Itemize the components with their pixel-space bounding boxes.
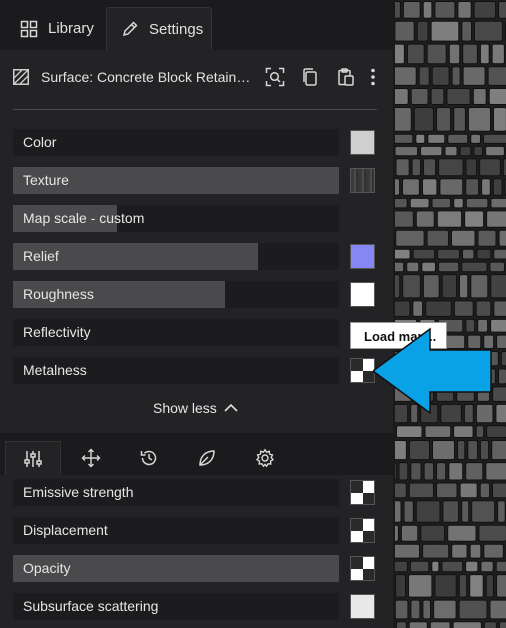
tool-environment[interactable]: [179, 441, 235, 475]
scan-search-icon: [265, 67, 285, 87]
copy-button[interactable]: [297, 64, 323, 90]
viewport-texture-preview[interactable]: [395, 0, 506, 628]
move-icon: [81, 448, 101, 468]
property-row-roughness[interactable]: Roughness: [13, 281, 339, 308]
pointer-arrow-icon: [373, 327, 492, 414]
hatch-icon: [13, 69, 29, 85]
property-label: Metalness: [23, 362, 87, 378]
tab-settings-label: Settings: [149, 20, 204, 38]
gear-icon: [255, 448, 275, 468]
scan-search-button[interactable]: [262, 64, 288, 90]
tool-settings[interactable]: [237, 441, 293, 475]
property-label: Displacement: [23, 522, 108, 538]
color-swatch-roughness[interactable]: [350, 282, 375, 307]
history-icon: [140, 450, 157, 466]
property-label: Relief: [23, 248, 59, 264]
property-row-texture[interactable]: Texture: [13, 167, 339, 194]
color-swatch-relief[interactable]: [350, 244, 375, 269]
header-divider: [13, 109, 377, 110]
show-less-button[interactable]: Show less: [153, 396, 239, 420]
property-row-relief[interactable]: Relief: [13, 243, 339, 270]
tab-library-label: Library: [48, 20, 94, 37]
tool-material-settings[interactable]: [5, 441, 61, 475]
leaf-icon: [199, 450, 215, 466]
property-label: Opacity: [23, 560, 71, 576]
map-slot-checker-swatch[interactable]: [350, 358, 375, 383]
stone-texture: [395, 0, 506, 628]
sliders-icon: [24, 450, 42, 467]
property-label: Reflectivity: [23, 324, 91, 340]
property-row-emissive-strength[interactable]: Emissive strength: [13, 479, 339, 506]
surface-title: Surface: Concrete Block Retaining Wall: [41, 69, 251, 85]
map-slot-checker-swatch[interactable]: [350, 518, 375, 543]
more-options-button[interactable]: [360, 64, 386, 90]
show-less-label: Show less: [153, 400, 217, 416]
property-row-displacement[interactable]: Displacement: [13, 517, 339, 544]
property-row-reflectivity[interactable]: Reflectivity: [13, 319, 339, 346]
property-label: Color: [23, 134, 57, 150]
map-slot-checker-swatch[interactable]: [350, 556, 375, 581]
property-label: Roughness: [23, 286, 94, 302]
property-label: Subsurface scattering: [23, 598, 159, 614]
property-row-opacity[interactable]: Opacity: [13, 555, 339, 582]
tab-settings[interactable]: Settings: [106, 7, 212, 50]
surface-header: Surface: Concrete Block Retaining Wall: [13, 62, 383, 92]
property-row-subsurface-scattering[interactable]: Subsurface scattering: [13, 593, 339, 620]
tab-library[interactable]: Library: [10, 7, 104, 50]
property-row-color[interactable]: Color: [13, 129, 339, 156]
settings-toolbar: [0, 433, 393, 475]
property-label: Emissive strength: [23, 484, 134, 500]
property-label: Map scale - custom: [23, 210, 145, 226]
property-row-metalness[interactable]: Metalness: [13, 357, 339, 384]
paste-icon: [338, 68, 354, 86]
tab-bar: Library Settings: [0, 0, 393, 50]
more-icon: [371, 68, 375, 86]
settings-panel: Library Settings Surface: Concrete Block…: [0, 0, 492, 628]
color-swatch-color[interactable]: [350, 130, 375, 155]
texture-thumbnail-swatch[interactable]: [350, 168, 375, 193]
tool-transform[interactable]: [63, 441, 119, 475]
property-row-map-scale-custom[interactable]: Map scale - custom: [13, 205, 339, 232]
paste-button[interactable]: [333, 64, 359, 90]
copy-icon: [303, 68, 317, 86]
chevron-up-icon: [224, 403, 238, 412]
color-swatch-subsurface-scattering[interactable]: [350, 594, 375, 619]
grid-icon: [20, 20, 38, 37]
property-label: Texture: [23, 172, 69, 188]
pencil-icon: [122, 21, 138, 37]
map-slot-checker-swatch[interactable]: [350, 480, 375, 505]
tool-history[interactable]: [121, 441, 177, 475]
